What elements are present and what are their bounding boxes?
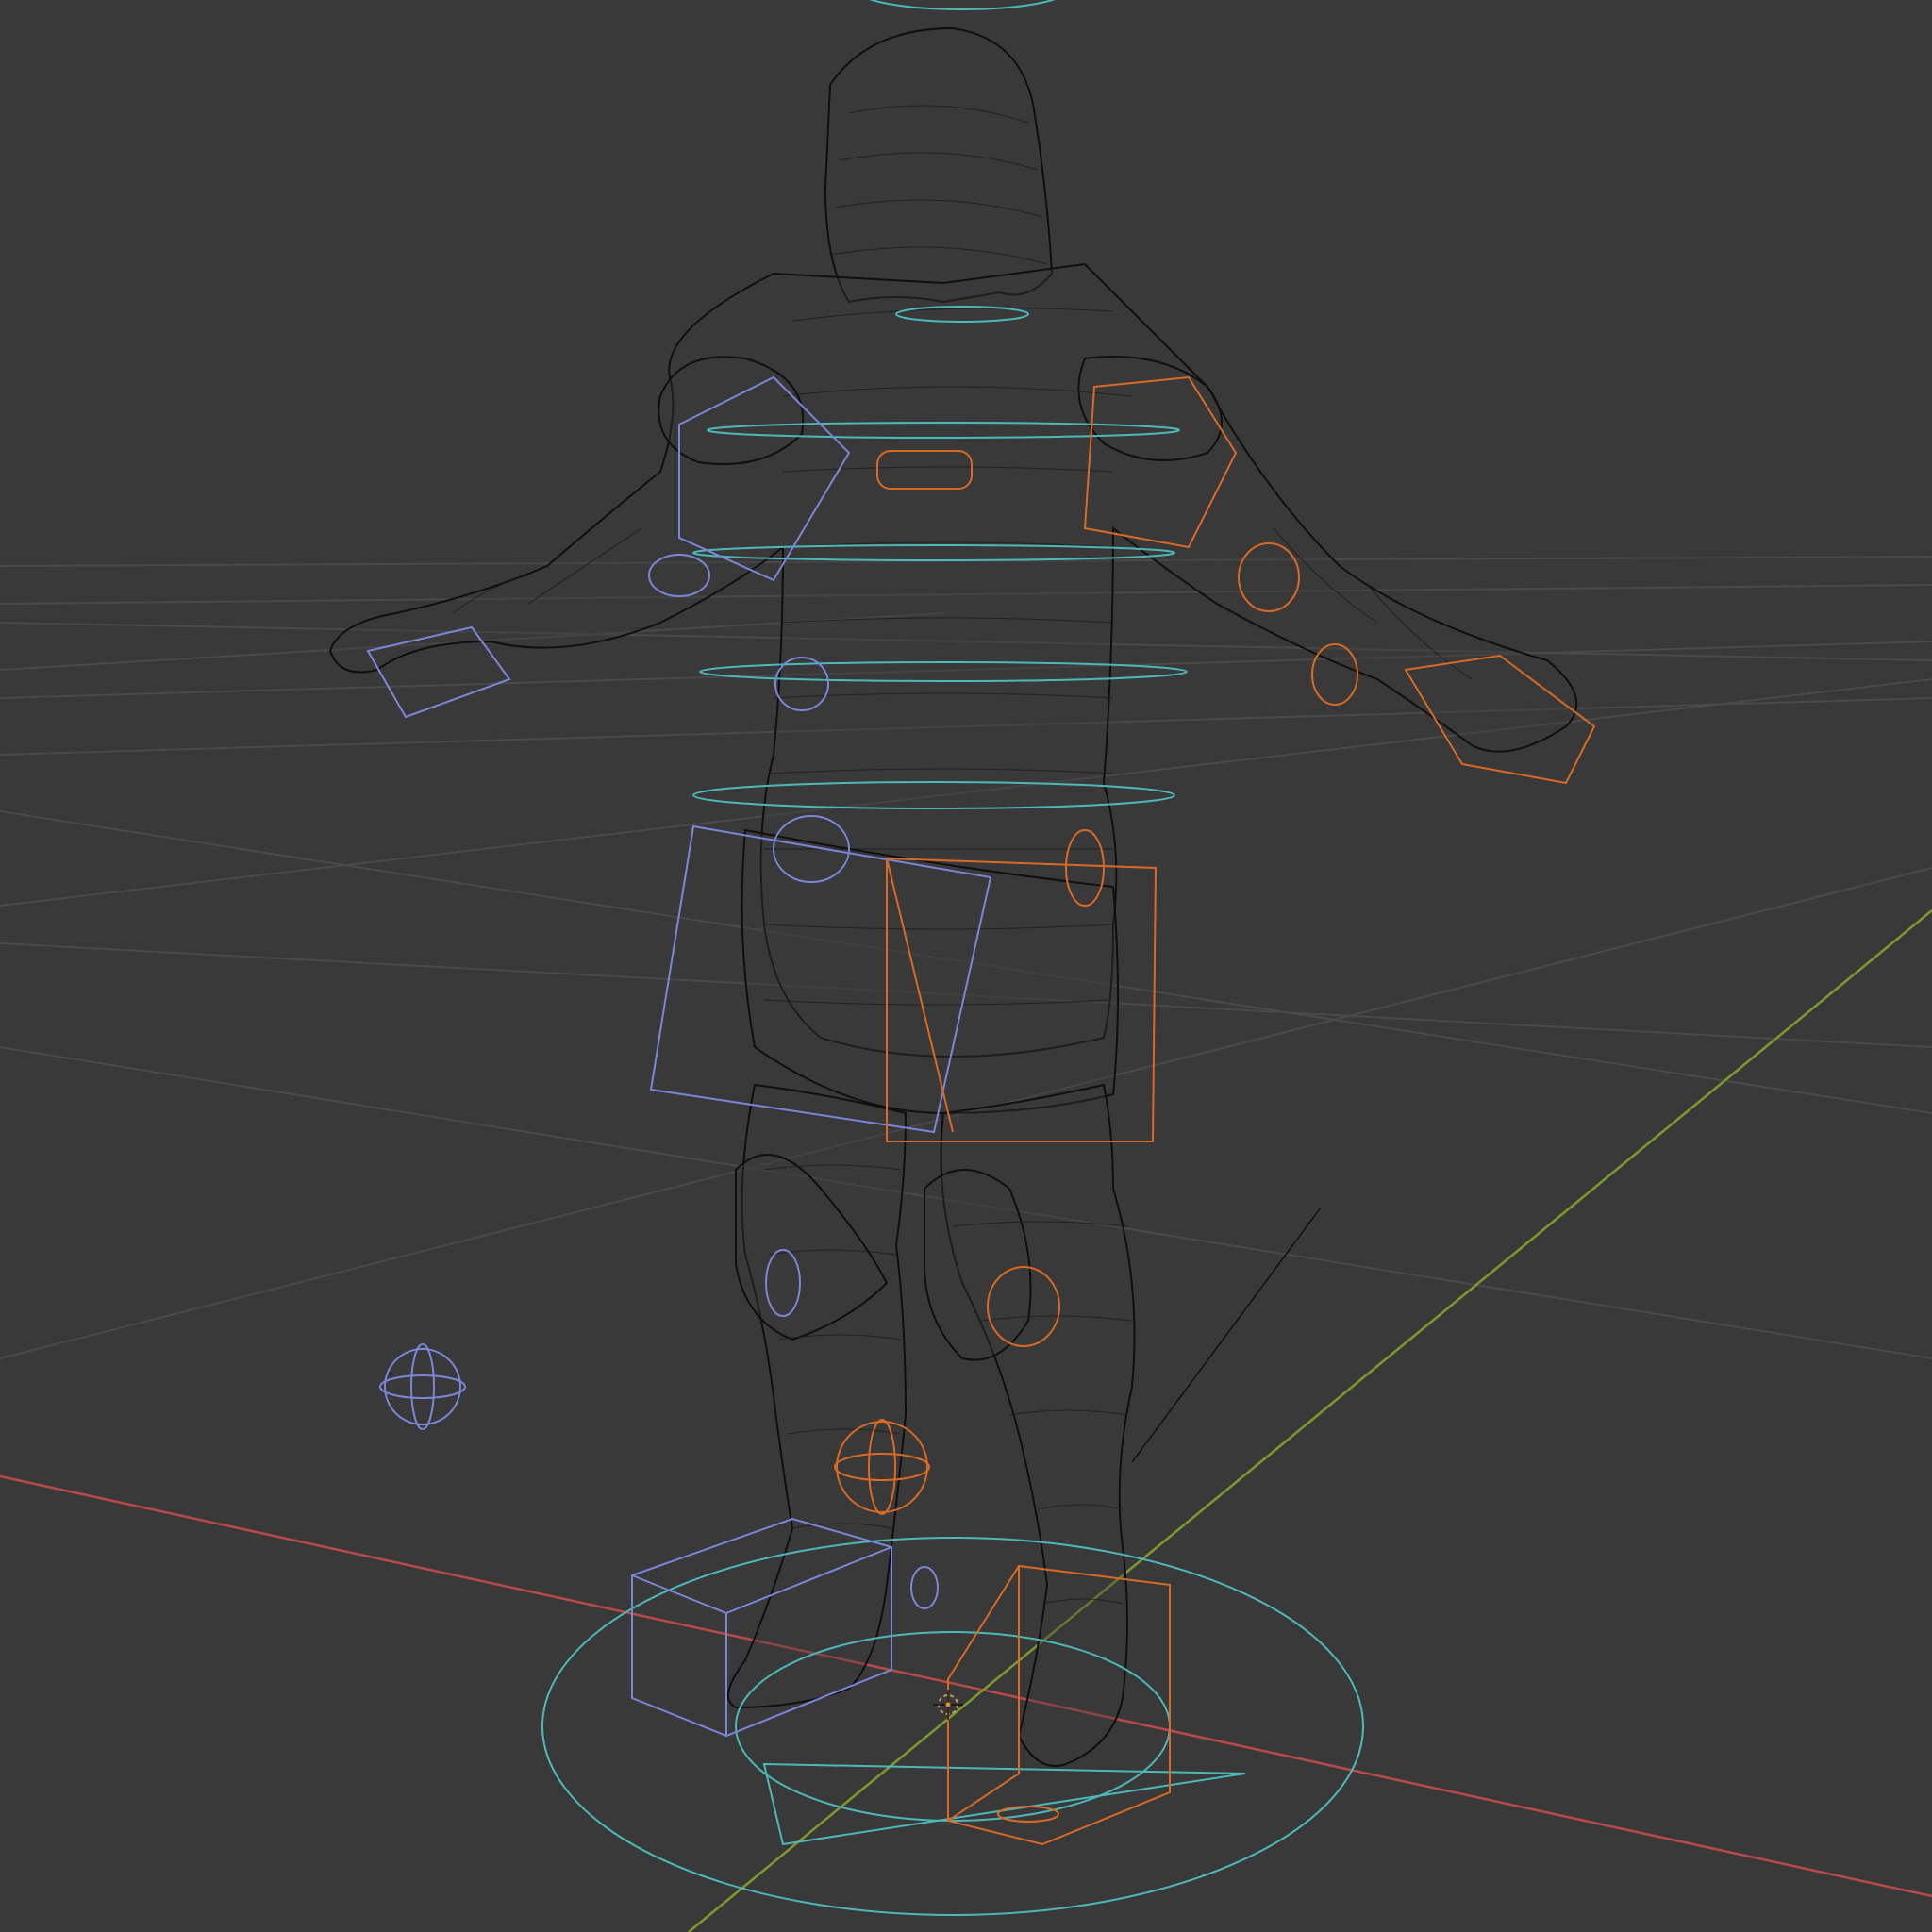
pole-l-target [384, 1348, 461, 1425]
gear-l-control [910, 1566, 939, 1609]
3d-cursor-icon[interactable] [933, 1690, 963, 1720]
x-axis-line [0, 1474, 1932, 1898]
bone-pole-line [1131, 1207, 1322, 1463]
root-control [541, 1537, 1364, 1916]
head-control-ring[interactable] [858, 0, 1066, 10]
mesh-head [824, 26, 1054, 304]
character-mesh[interactable] [328, 26, 1578, 1767]
viewport-canvas[interactable] [0, 0, 1932, 1932]
root-direction-arrow [762, 1762, 1246, 1846]
3d-viewport[interactable] [0, 0, 1932, 1932]
